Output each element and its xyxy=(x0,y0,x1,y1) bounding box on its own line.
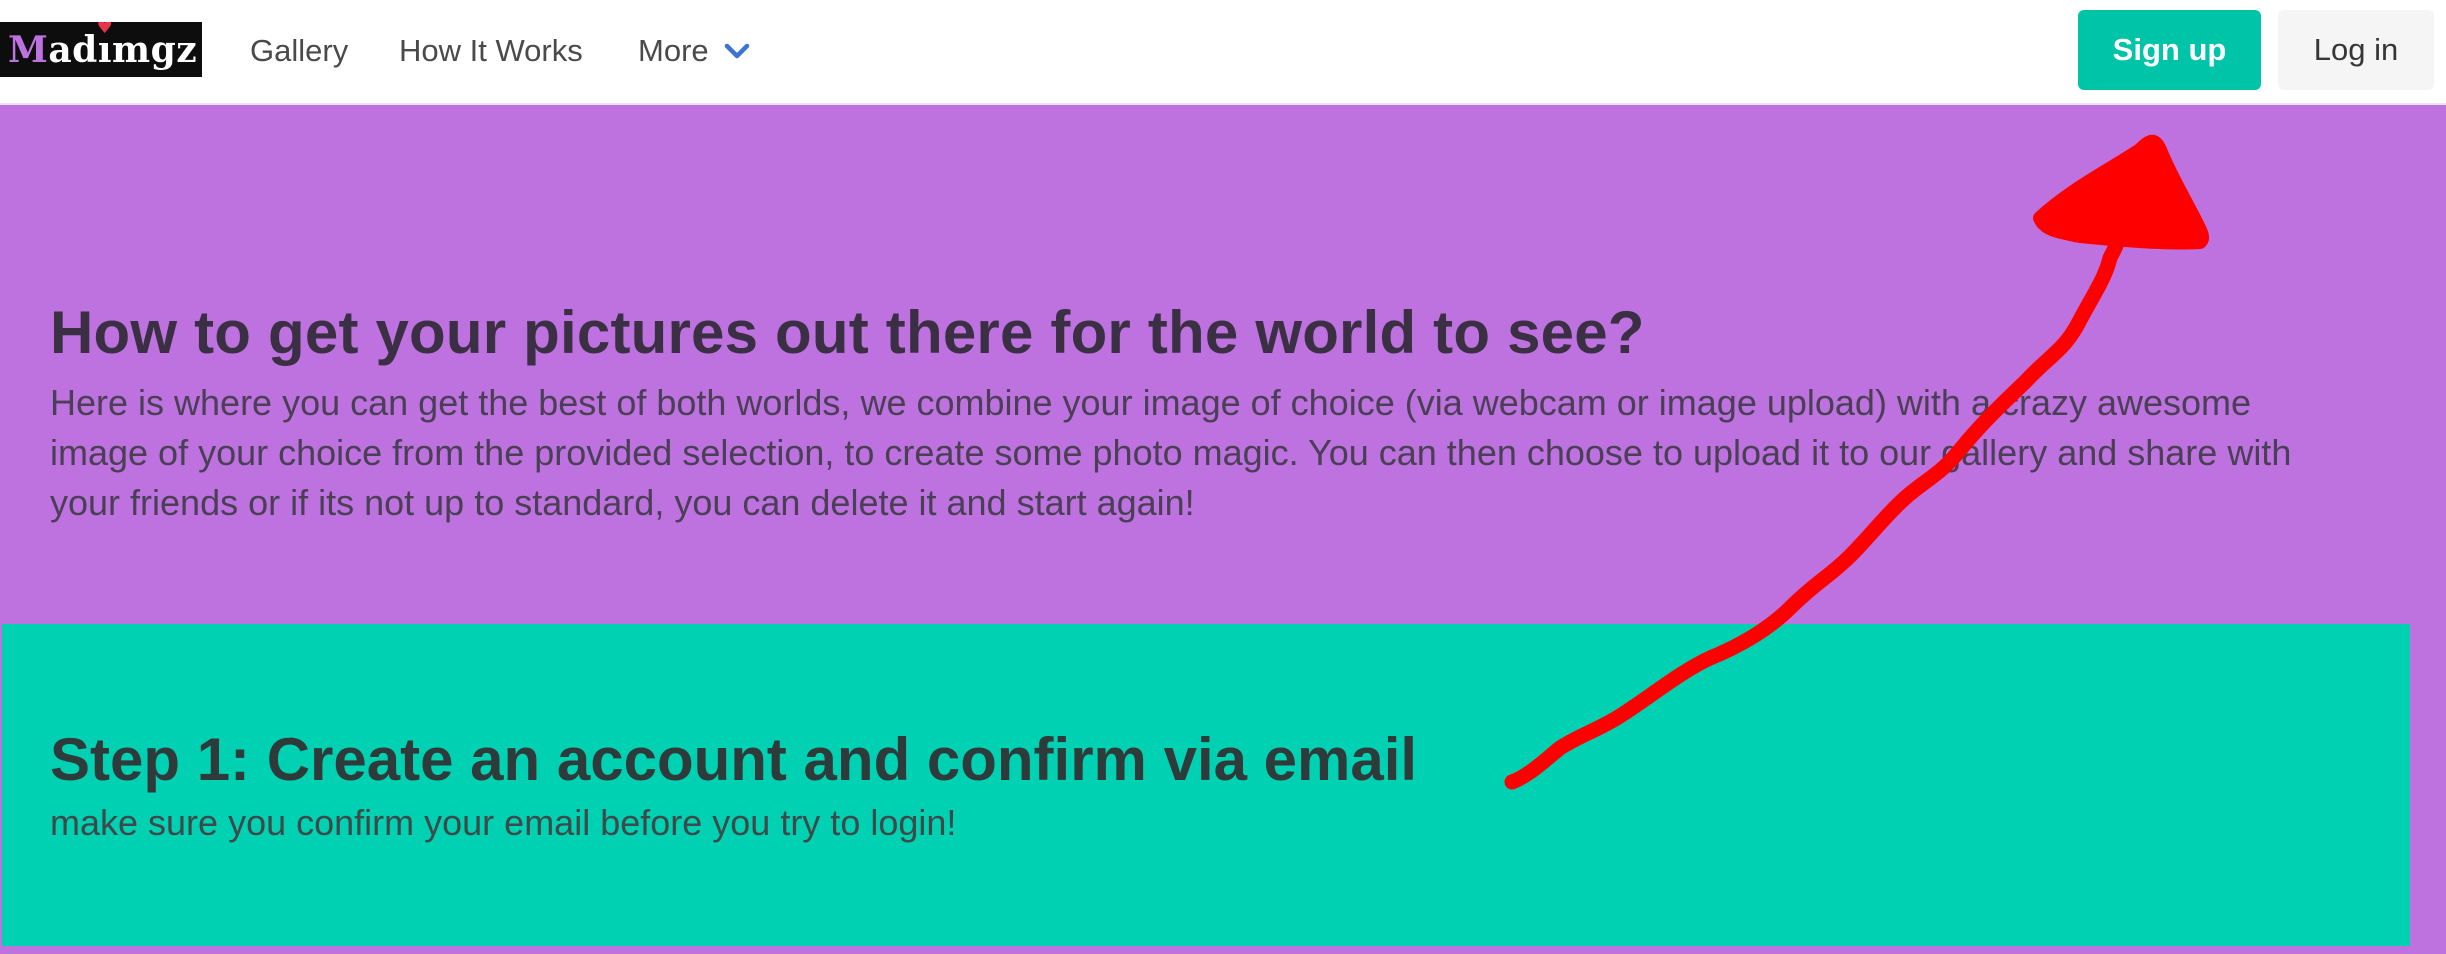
nav-dropdown-more[interactable]: More xyxy=(638,30,751,72)
signup-button[interactable]: Sign up xyxy=(2078,10,2261,90)
logo-text-mgz: mgz xyxy=(112,28,198,71)
logo-text-ad: ad xyxy=(48,28,98,71)
step-1-title: Step 1: Create an account and confirm vi… xyxy=(50,726,1418,793)
nav-link-how-it-works[interactable]: How It Works xyxy=(399,30,583,72)
hero-description: Here is where you can get the best of bo… xyxy=(50,382,2292,523)
logo-letter-i: ı ♥ xyxy=(97,22,113,71)
hero-title: How to get your pictures out there for t… xyxy=(50,299,1645,366)
chevron-down-icon xyxy=(724,43,749,59)
step-1-description: make sure you confirm your email before … xyxy=(50,802,957,843)
login-button[interactable]: Log in xyxy=(2278,10,2434,90)
step-1-section: Step 1: Create an account and confirm vi… xyxy=(2,624,2410,946)
heart-icon: ♥ xyxy=(96,22,114,38)
logo-letter-m: M xyxy=(8,28,49,71)
nav-more-label: More xyxy=(638,33,709,68)
site-logo[interactable]: Mad ı ♥ mgz xyxy=(0,22,202,77)
nav-link-gallery[interactable]: Gallery xyxy=(250,30,348,72)
navbar: Mad ı ♥ mgz Gallery How It Works More Sign … xyxy=(0,0,2446,105)
